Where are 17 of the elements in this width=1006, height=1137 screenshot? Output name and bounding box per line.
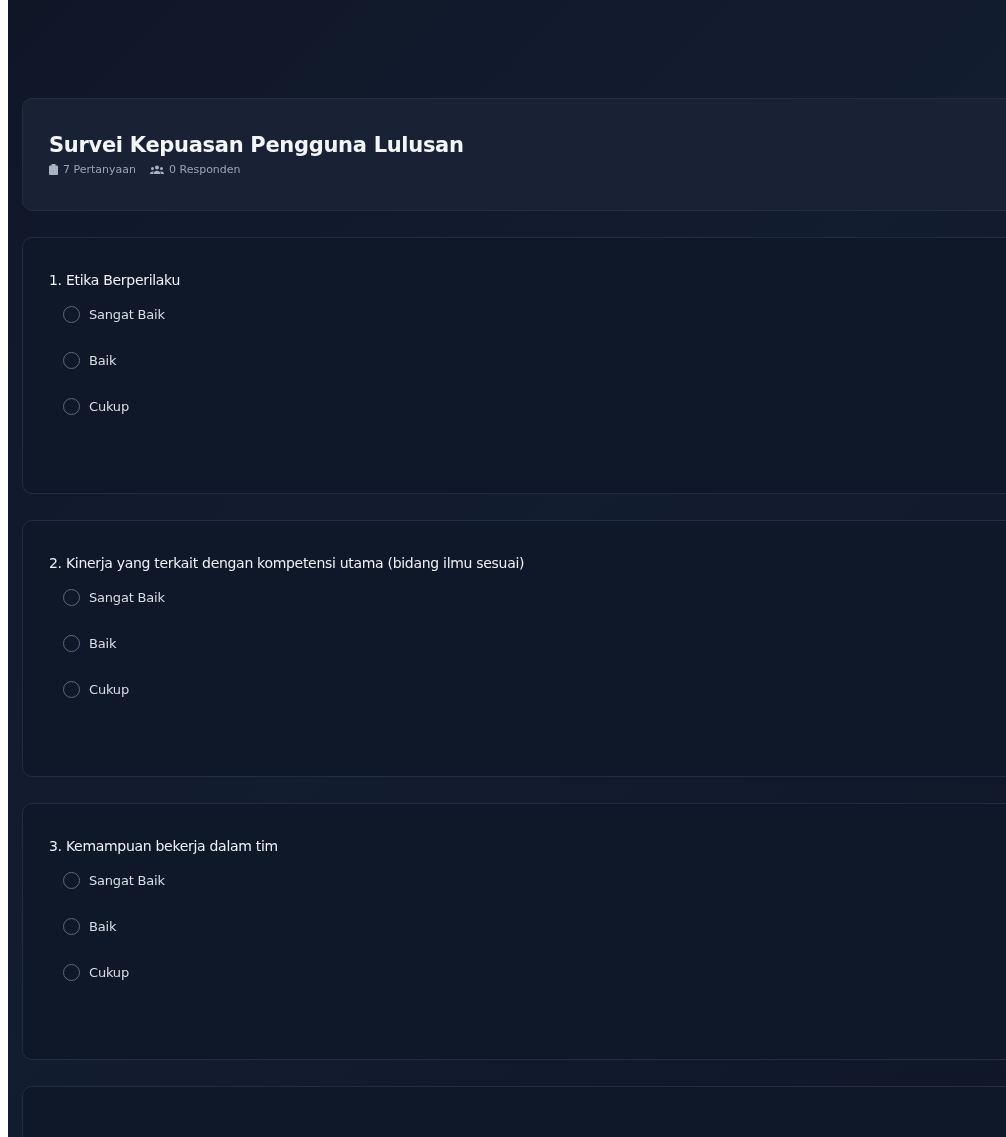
users-icon [150,164,164,175]
option-label[interactable]: Cukup [89,965,129,980]
question-text: 2. Kinerja yang terkait dengan kompetensi utama (bidang ilmu sesuai) [49,555,526,571]
option-label[interactable]: Baik [89,919,117,934]
question-text: 1. Etika Berperilaku [49,272,182,288]
clipboard-icon [49,164,58,175]
option-label[interactable]: Sangat Baik [89,873,165,888]
option-label[interactable]: Baik [89,636,117,651]
survey-title: Survei Kepuasan Pengguna Lulusan [49,133,465,157]
questions-count: 7 Pertanyaan [63,163,136,176]
option-label[interactable]: Sangat Baik [89,590,165,605]
option-label[interactable]: Cukup [89,399,129,414]
option-label[interactable]: Sangat Baik [89,307,165,322]
question-text: 3. Kemampuan bekerja dalam tim [49,838,279,854]
option-label[interactable]: Cukup [89,682,129,697]
option-label[interactable]: Baik [89,353,117,368]
respondents-count: 0 Responden [169,163,241,176]
